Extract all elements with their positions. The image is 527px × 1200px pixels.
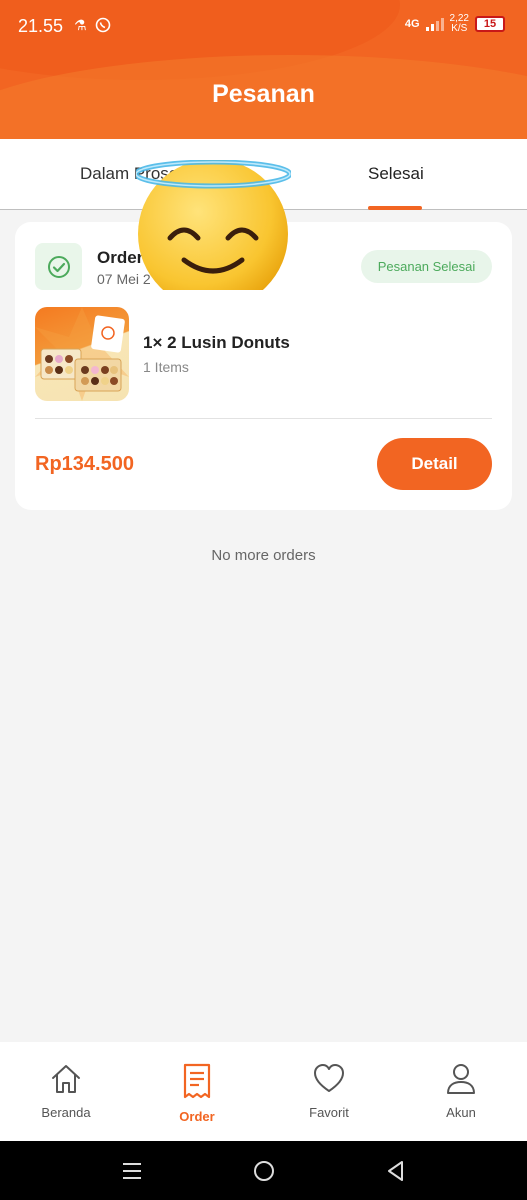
receipt-icon	[183, 1063, 211, 1099]
network-type: 4G	[404, 18, 420, 30]
item-name: 1× 2 Lusin Donuts	[143, 333, 290, 352]
status-bar: 21.55 ⚗ 4G 2,22 K/S 15	[0, 0, 527, 52]
nav-label-favorit: Favorit	[309, 1105, 349, 1120]
status-time: 21.55	[18, 16, 64, 36]
menu-icon[interactable]	[121, 1161, 143, 1181]
heart-icon	[314, 1064, 344, 1092]
product-image	[35, 307, 129, 401]
app-header: 21.55 ⚗ 4G 2,22 K/S 15 Pesanan	[0, 0, 527, 139]
item-count: 1 Items	[143, 359, 189, 375]
detail-button[interactable]: Detail	[377, 438, 492, 490]
battery-icon: 15	[475, 16, 505, 32]
end-of-list-note: No more orders	[211, 547, 316, 564]
status-indicators: 4G 2,22 K/S 15	[405, 14, 505, 34]
page-title: Pesanan	[212, 80, 315, 108]
user-icon	[447, 1064, 475, 1094]
nav-label-order: Order	[179, 1109, 215, 1124]
nav-item-beranda[interactable]: Beranda	[21, 1062, 111, 1120]
back-icon[interactable]	[384, 1159, 408, 1183]
card-divider	[35, 418, 492, 419]
nav-item-favorit[interactable]: Favorit	[284, 1062, 374, 1120]
smiling-halo-emoji-icon	[136, 160, 291, 290]
order-total-price: Rp134.500	[35, 453, 134, 475]
home-icon	[52, 1065, 80, 1093]
network-speed: 2,22 K/S	[450, 14, 469, 34]
active-tab-indicator	[368, 206, 422, 210]
bottom-navigation: Beranda Order Favorit Akun	[0, 1042, 527, 1141]
check-circle-icon	[47, 255, 70, 278]
system-navigation-bar	[0, 1141, 527, 1200]
nav-label-beranda: Beranda	[41, 1105, 91, 1120]
flask-icon: ⚗	[74, 17, 87, 33]
order-status-icon	[35, 243, 82, 290]
network-speed-unit: K/S	[451, 23, 468, 34]
tab-completed[interactable]: Selesai	[368, 164, 424, 184]
home-button-icon[interactable]	[252, 1159, 276, 1183]
signal-icon	[425, 17, 444, 31]
nav-item-order[interactable]: Order	[152, 1062, 242, 1124]
status-badge: Pesanan Selesai	[361, 250, 492, 283]
nav-item-akun[interactable]: Akun	[416, 1062, 506, 1120]
whatsapp-icon	[95, 17, 111, 36]
nav-label-akun: Akun	[446, 1105, 476, 1120]
